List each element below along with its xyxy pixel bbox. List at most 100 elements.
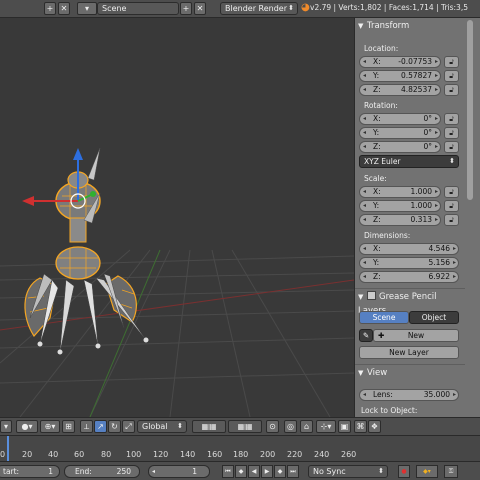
render-preview-icon[interactable]: ▣ bbox=[338, 420, 351, 433]
timeline-tick: 220 bbox=[287, 450, 303, 459]
rotation-mode-dropdown[interactable]: XYZ Euler ⬍ bbox=[359, 155, 459, 168]
collapse-triangle-icon: ▼ bbox=[358, 369, 364, 377]
scale-icon[interactable]: ⤢ bbox=[122, 420, 135, 433]
blender-logo-icon: ◕ bbox=[301, 2, 310, 13]
lock-icon[interactable]: 🔓︎ bbox=[444, 113, 459, 125]
view-panel-header[interactable]: ▼ View bbox=[358, 366, 464, 380]
mode-dropdown[interactable]: ▾ bbox=[0, 420, 12, 433]
render-engine-dropdown[interactable]: Blender Render ⬍ bbox=[220, 2, 298, 15]
scene-statistics: v2.79 | Verts:1,802 | Faces:1,714 | Tris… bbox=[310, 3, 468, 12]
rotation-z-field[interactable]: ◂ Z: 0° ▸ bbox=[359, 141, 441, 153]
scale-x-field[interactable]: ◂ X: 1.000 ▸ bbox=[359, 186, 441, 198]
timeline-tick: 260 bbox=[341, 450, 357, 459]
manipulator-icon[interactable]: ⟂ bbox=[80, 420, 93, 433]
lock-icon[interactable]: 🔓︎ bbox=[444, 200, 459, 212]
lock-icon[interactable]: 🔓︎ bbox=[444, 186, 459, 198]
rotation-label: Rotation: bbox=[364, 101, 398, 110]
rotation-x-field[interactable]: ◂ X: 0° ▸ bbox=[359, 113, 441, 125]
chevron-down-icon: ⬍ bbox=[378, 467, 384, 475]
location-y-field[interactable]: ◂ Y: 0.57827 ▸ bbox=[359, 70, 441, 82]
enable-checkbox[interactable] bbox=[367, 291, 376, 300]
start-value: 1 bbox=[48, 467, 53, 476]
lock-icon[interactable]: 🔓︎ bbox=[444, 56, 459, 68]
jump-end-icon[interactable]: ⏭ bbox=[287, 465, 299, 478]
timeline-tick: 160 bbox=[207, 450, 223, 459]
pencil-icon[interactable]: ✎ bbox=[359, 329, 373, 342]
location-z-field[interactable]: ◂ Z: 4.82537 ▸ bbox=[359, 84, 441, 96]
timeline-tick: 80 bbox=[101, 450, 112, 459]
rotation-y-field[interactable]: ◂ Y: 0° ▸ bbox=[359, 127, 441, 139]
end-frame-field[interactable]: End: 250 bbox=[64, 465, 140, 478]
keying-set-icon[interactable]: ◆▾ bbox=[416, 465, 438, 478]
camera-icon[interactable]: ⌘ bbox=[354, 420, 367, 433]
timeline-tick: 200 bbox=[260, 450, 276, 459]
transform-panel-header[interactable]: ▼ Transform bbox=[358, 19, 464, 33]
lock-icon[interactable]: 🔓︎ bbox=[444, 70, 459, 82]
grease-pencil-panel-header[interactable]: ▼Grease Pencil Layers bbox=[358, 290, 464, 316]
timeline-tick: 120 bbox=[153, 450, 169, 459]
next-keyframe-icon[interactable]: ◆ bbox=[274, 465, 286, 478]
translate-icon[interactable]: ↗ bbox=[94, 420, 107, 433]
new-button-label: New bbox=[407, 331, 425, 340]
manipulator-toggle-icon[interactable]: ⊞ bbox=[62, 420, 75, 433]
dimension-z-field[interactable]: ◂ Z: 6.922 ▸ bbox=[359, 271, 459, 283]
lock-icon[interactable]: 🔓︎ bbox=[444, 127, 459, 139]
viewport-shading-icon[interactable]: ●▾ bbox=[16, 420, 38, 433]
x-arrow-icon bbox=[22, 196, 34, 206]
timeline-tick: 180 bbox=[233, 450, 249, 459]
delete-scene-button[interactable]: ✕ bbox=[194, 2, 206, 15]
scene-browse-icon[interactable]: ▾ bbox=[77, 2, 97, 15]
dimension-y-field[interactable]: ◂ Y: 5.156 ▸ bbox=[359, 257, 459, 269]
lock-icon[interactable]: 🔓︎ bbox=[444, 84, 459, 96]
lens-field[interactable]: ◂ Lens: 35.000 ▸ bbox=[359, 389, 459, 401]
panel-scrollbar[interactable] bbox=[467, 20, 473, 200]
delete-screen-button[interactable]: ✕ bbox=[58, 2, 70, 15]
sync-mode-dropdown[interactable]: No Sync ⬍ bbox=[308, 465, 388, 478]
viewport-scene[interactable] bbox=[0, 18, 354, 417]
collapse-triangle-icon: ▼ bbox=[358, 22, 364, 30]
current-frame-field[interactable]: ◂ 1 bbox=[148, 465, 210, 478]
scale-z-field[interactable]: ◂ Z: 0.313 ▸ bbox=[359, 214, 441, 226]
layer-buttons-2[interactable]: ▦▦ bbox=[228, 420, 262, 433]
play-reverse-icon[interactable]: ◀ bbox=[248, 465, 260, 478]
tab-scene[interactable]: Scene bbox=[359, 311, 409, 324]
pivot-point-icon[interactable]: ⊕▾ bbox=[40, 420, 60, 433]
lock-icon[interactable]: 🔓︎ bbox=[444, 141, 459, 153]
add-scene-button[interactable]: + bbox=[180, 2, 192, 15]
new-grease-pencil-button[interactable]: ✚ New bbox=[373, 329, 459, 342]
collapse-triangle-icon: ▼ bbox=[358, 293, 364, 301]
rotate-icon[interactable]: ↻ bbox=[108, 420, 121, 433]
play-icon[interactable]: ▶ bbox=[261, 465, 273, 478]
transform-orientation-dropdown[interactable]: Global ⬍ bbox=[137, 420, 187, 433]
timeline-tick: 0 bbox=[0, 450, 6, 459]
creature-mesh[interactable] bbox=[24, 147, 149, 355]
decrement-arrow-icon: ◂ bbox=[152, 468, 156, 475]
3d-viewport[interactable] bbox=[0, 18, 354, 417]
end-value: 250 bbox=[116, 467, 131, 476]
snap-element-icon[interactable]: ⊹▾ bbox=[316, 420, 336, 433]
dimension-x-field[interactable]: ◂ X: 4.546 ▸ bbox=[359, 243, 459, 255]
insert-keyframe-icon[interactable]: ⚿ bbox=[444, 465, 458, 478]
scale-y-field[interactable]: ◂ Y: 1.000 ▸ bbox=[359, 200, 441, 212]
new-layer-button[interactable]: New Layer bbox=[359, 346, 459, 359]
dimensions-label: Dimensions: bbox=[364, 231, 411, 240]
prev-keyframe-icon[interactable]: ◆ bbox=[235, 465, 247, 478]
location-x-field[interactable]: ◂ X: -0.07753 ▸ bbox=[359, 56, 441, 68]
start-frame-field[interactable]: tart: 1 bbox=[0, 465, 60, 478]
current-frame-cursor[interactable] bbox=[7, 436, 9, 461]
lock-layers-icon[interactable]: ⊙ bbox=[266, 420, 279, 433]
timeline-tick: 140 bbox=[180, 450, 196, 459]
snap-icon[interactable]: ⌂ bbox=[300, 420, 313, 433]
jump-start-icon[interactable]: ⏮ bbox=[222, 465, 234, 478]
properties-region: ▼ Transform Location: ◂ X: -0.07753 ▸ 🔓︎ ◂ Y:… bbox=[354, 18, 480, 417]
record-icon[interactable]: ● bbox=[398, 465, 410, 478]
scene-name-field[interactable]: Scene bbox=[97, 2, 179, 15]
current-frame-value: 1 bbox=[192, 467, 197, 476]
tab-object[interactable]: Object bbox=[409, 311, 459, 324]
opengl-render-icon[interactable]: ❖ bbox=[368, 420, 381, 433]
proportional-edit-icon[interactable]: ◎ bbox=[284, 420, 297, 433]
add-screen-button[interactable]: + bbox=[44, 2, 56, 15]
panel-divider bbox=[355, 364, 465, 365]
layer-buttons[interactable]: ▦▦ bbox=[192, 420, 226, 433]
lock-icon[interactable]: 🔓︎ bbox=[444, 214, 459, 226]
